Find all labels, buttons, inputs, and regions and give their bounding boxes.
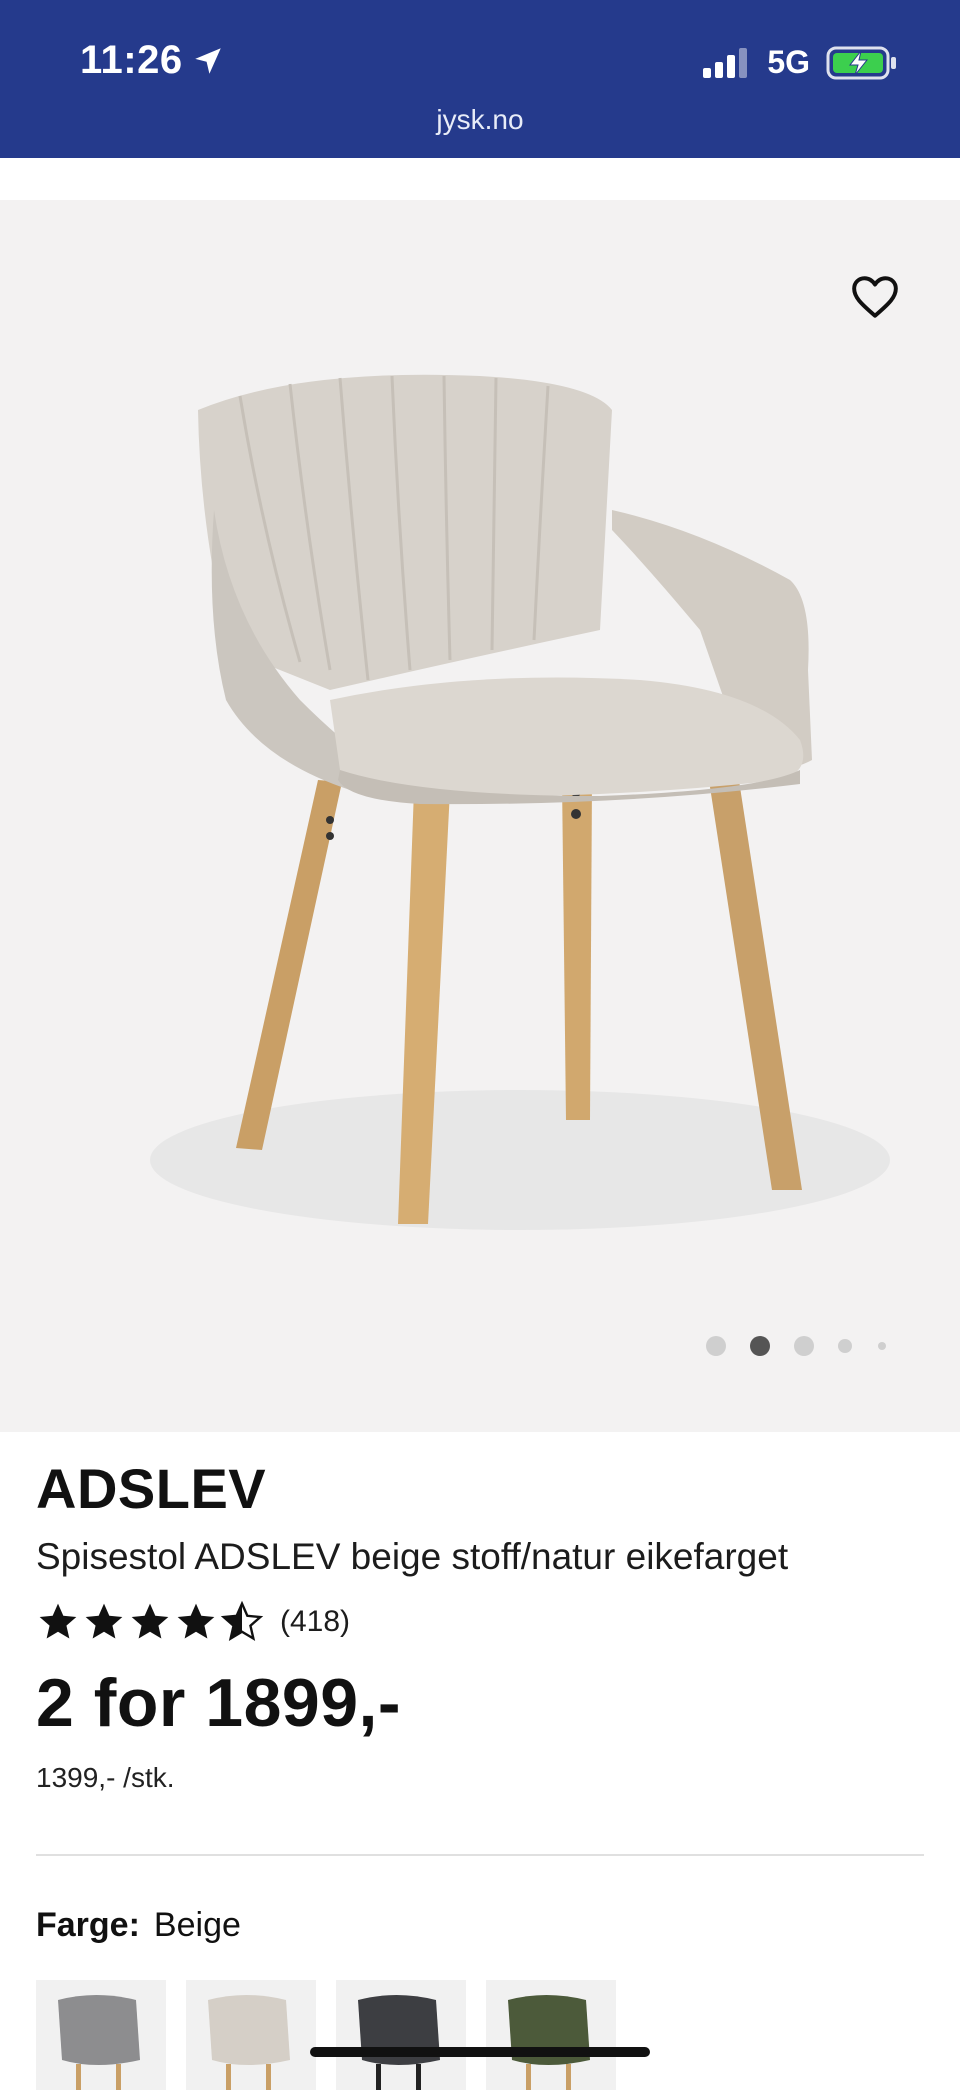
product-brand: ADSLEV (36, 1457, 267, 1520)
chair-thumbnail (508, 1995, 590, 2090)
color-selector-label: Farge: Beige (36, 1906, 241, 1945)
product-price: 2 for 1899,- (36, 1665, 402, 1741)
product-image-gallery[interactable] (0, 200, 960, 1432)
chair-thumbnail (58, 1995, 140, 2090)
location-arrow-icon (194, 47, 221, 74)
chair-thumbnail (208, 1995, 290, 2090)
product-image (150, 374, 890, 1230)
address-bar-url[interactable]: jysk.no (0, 104, 960, 136)
star-filled-icon (131, 1603, 169, 1639)
status-time: 11:26 (80, 38, 225, 83)
swatch-olive[interactable] (486, 1980, 616, 2090)
color-label: Farge: (36, 1906, 140, 1944)
swatch-beige[interactable] (186, 1980, 316, 2090)
rating-count[interactable]: (418) (280, 1605, 350, 1639)
star-half-icon (220, 1600, 264, 1641)
color-value: Beige (153, 1906, 241, 1944)
star-filled-icon (85, 1603, 123, 1639)
battery-charging-icon (826, 46, 896, 79)
pagination-dot[interactable] (706, 1336, 726, 1356)
status-indicators: 5G (703, 44, 898, 81)
gallery-pagination (0, 1336, 960, 1366)
status-bar: 11:26 5G jysk.no (0, 0, 960, 158)
signal-icon (703, 47, 748, 78)
star-filled-icon (177, 1603, 215, 1639)
swatch-black[interactable] (336, 1980, 466, 2090)
scrolled-text-strip (0, 158, 960, 200)
star-filled-icon (39, 1603, 77, 1639)
network-label: 5G (767, 44, 810, 80)
product-title: Spisestol ADSLEV beige stoff/natur eikef… (36, 1536, 789, 1577)
pagination-dot[interactable] (878, 1342, 886, 1350)
color-swatches (36, 1980, 616, 2090)
time-label: 11:26 (80, 38, 183, 82)
pagination-dot-active[interactable] (750, 1336, 770, 1356)
swatch-grey[interactable] (36, 1980, 166, 2090)
pagination-dot[interactable] (794, 1336, 814, 1356)
heart-icon[interactable] (850, 272, 900, 322)
chair-thumbnail (358, 1995, 440, 2090)
home-indicator[interactable] (310, 2047, 650, 2057)
divider (36, 1854, 924, 1856)
product-rating[interactable]: (418) (36, 1600, 350, 1644)
pagination-dot[interactable] (838, 1339, 852, 1353)
unit-price: 1399,- /stk. (36, 1762, 175, 1793)
